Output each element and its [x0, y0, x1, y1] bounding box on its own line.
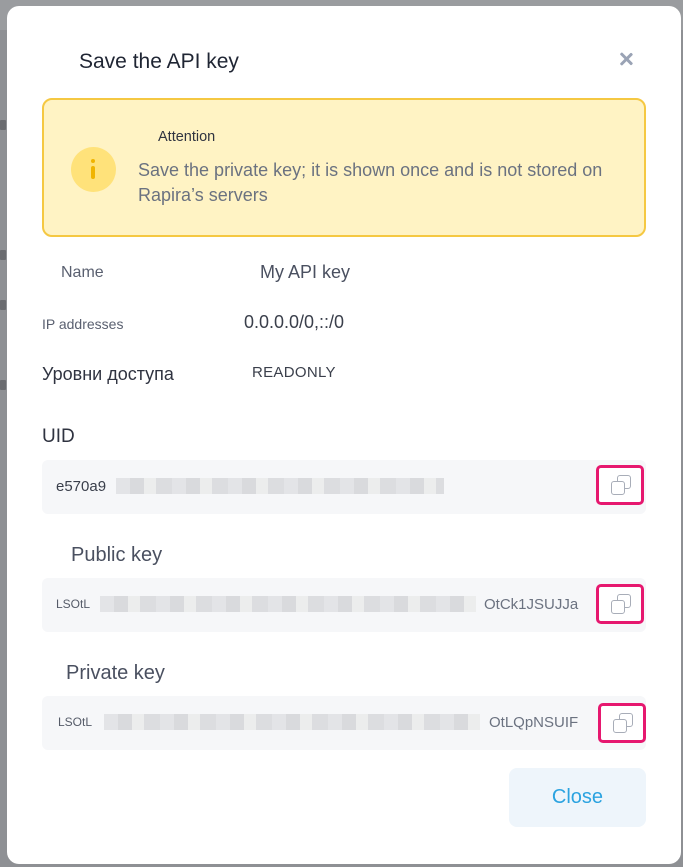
private-key-field: LSOtL OtLQpNSUIF [42, 696, 646, 750]
background-text-fragment [0, 120, 6, 130]
close-icon[interactable] [615, 48, 637, 70]
name-label: Name [61, 264, 104, 281]
public-key-field: LSOtL OtCk1JSUJJa [42, 578, 646, 632]
alert-text: Save the private key; it is shown once a… [138, 160, 603, 205]
uid-field: e570a9 [42, 460, 646, 514]
private-key-start: LSOtL [58, 715, 93, 729]
background-text-fragment [0, 300, 6, 310]
copy-public-key-button[interactable] [596, 584, 644, 624]
alert-title: Attention [158, 129, 216, 145]
attention-alert: Attention Save the private key; it is sh… [42, 98, 646, 237]
access-levels-value: READONLY [252, 364, 336, 381]
private-key-end: OtLQpNSUIF [489, 714, 579, 731]
ip-addresses-value: 0.0.0.0/0,::/0 [244, 312, 345, 332]
uid-redacted [116, 478, 444, 494]
background-text-fragment [0, 380, 6, 390]
public-key-redacted [100, 596, 476, 612]
private-key-redacted [104, 714, 480, 730]
close-button[interactable]: Close [509, 768, 646, 827]
private-key-label: Private key [66, 662, 165, 684]
uid-value-start: e570a9 [56, 478, 107, 495]
copy-private-key-button[interactable] [598, 703, 646, 743]
background-text-fragment [0, 250, 6, 260]
ip-addresses-label: IP addresses [42, 316, 124, 332]
modal-title: Save the API key [79, 50, 239, 73]
info-icon [71, 147, 116, 192]
access-levels-label: Уровни доступа [42, 364, 174, 384]
save-api-key-modal: Save the API key Attention Save the priv… [7, 6, 681, 864]
copy-uid-button[interactable] [596, 465, 644, 505]
public-key-end: OtCk1JSUJJa [484, 596, 579, 613]
name-value: My API key [260, 262, 351, 282]
public-key-label: Public key [71, 544, 163, 566]
public-key-start: LSOtL [56, 597, 91, 611]
uid-label: UID [42, 426, 75, 447]
